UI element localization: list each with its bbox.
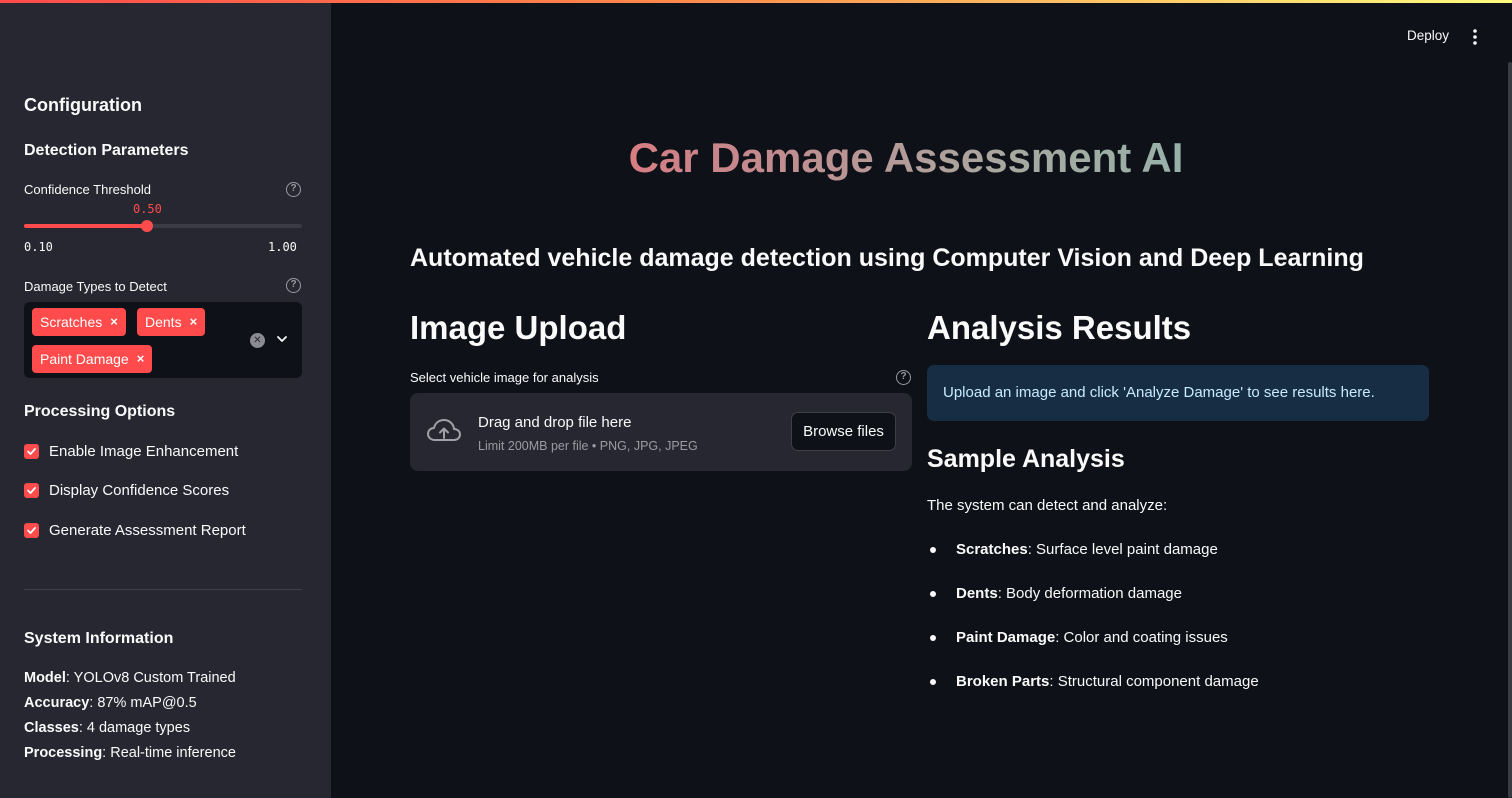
confidence-slider-value: 0.50 bbox=[132, 202, 162, 216]
item-desc: : Surface level paint damage bbox=[1027, 541, 1218, 558]
bullet-icon bbox=[930, 546, 936, 553]
info-key: Model bbox=[24, 670, 66, 686]
browse-files-button[interactable]: Browse files bbox=[791, 412, 896, 451]
dropzone-limits: Limit 200MB per file • PNG, JPG, JPEG bbox=[478, 439, 698, 453]
item-desc: : Body deformation damage bbox=[997, 585, 1182, 602]
sidebar-title: Configuration bbox=[24, 95, 142, 115]
item-term: Broken Parts bbox=[956, 673, 1050, 690]
analysis-results-heading: Analysis Results bbox=[927, 309, 1192, 346]
list-item: Dents: Body deformation damage bbox=[927, 585, 1182, 602]
checkbox-label: Generate Assessment Report bbox=[49, 521, 246, 539]
processing-options-heading: Processing Options bbox=[24, 403, 176, 420]
chevron-down-icon[interactable] bbox=[275, 332, 289, 346]
sidebar-divider bbox=[24, 589, 302, 590]
checkbox-checked[interactable] bbox=[24, 443, 39, 459]
confidence-slider-min: 0.10 bbox=[24, 240, 53, 254]
bullet-icon bbox=[930, 634, 936, 641]
confidence-threshold-label: Confidence Threshold bbox=[24, 182, 151, 197]
confidence-help-icon[interactable]: ? bbox=[286, 182, 301, 197]
option-generate-assessment-report[interactable]: Generate Assessment Report bbox=[24, 520, 246, 540]
info-key: Processing bbox=[24, 745, 103, 761]
system-info-model: Model: YOLOv8 Custom Trained bbox=[24, 670, 236, 686]
item-term: Scratches bbox=[956, 541, 1028, 558]
system-info-classes: Classes: 4 damage types bbox=[24, 720, 190, 736]
results-info-alert: Upload an image and click 'Analyze Damag… bbox=[927, 365, 1429, 421]
kebab-menu-icon[interactable] bbox=[1468, 28, 1482, 46]
system-info-accuracy: Accuracy: 87% mAP@0.5 bbox=[24, 695, 197, 711]
check-icon bbox=[27, 526, 36, 534]
check-icon bbox=[27, 486, 36, 494]
cloud-upload-icon bbox=[427, 419, 461, 441]
file-dropzone[interactable]: Drag and drop file here Limit 200MB per … bbox=[410, 393, 912, 471]
bullet-icon bbox=[930, 590, 936, 597]
item-term: Dents bbox=[956, 585, 998, 602]
sample-intro-text: The system can detect and analyze: bbox=[927, 497, 1168, 514]
chip-remove-icon[interactable]: × bbox=[110, 308, 118, 336]
chip-paint-damage: Paint Damage × bbox=[32, 345, 153, 373]
checkbox-label: Display Confidence Scores bbox=[49, 481, 230, 499]
chip-label: Scratches bbox=[40, 314, 103, 330]
checkbox-checked[interactable] bbox=[24, 482, 39, 498]
confidence-slider[interactable] bbox=[24, 220, 302, 232]
top-decoration-bar bbox=[0, 0, 1512, 3]
option-enable-image-enhancement[interactable]: Enable Image Enhancement bbox=[24, 441, 238, 461]
confidence-slider-fill bbox=[24, 224, 148, 228]
damage-types-help-icon[interactable]: ? bbox=[286, 278, 301, 293]
image-upload-heading: Image Upload bbox=[410, 309, 627, 346]
chip-remove-icon[interactable]: × bbox=[137, 345, 145, 373]
item-term: Paint Damage bbox=[956, 629, 1056, 646]
damage-types-label: Damage Types to Detect bbox=[24, 279, 167, 294]
chip-label: Paint Damage bbox=[40, 351, 129, 367]
info-key: Classes bbox=[24, 720, 79, 736]
sample-analysis-heading: Sample Analysis bbox=[927, 445, 1125, 473]
deploy-button[interactable]: Deploy bbox=[1407, 28, 1449, 43]
confidence-slider-thumb[interactable] bbox=[141, 220, 154, 232]
upload-label: Select vehicle image for analysis bbox=[410, 370, 599, 385]
upload-help-icon[interactable]: ? bbox=[896, 370, 911, 385]
page-title: Car Damage Assessment AI bbox=[410, 134, 1402, 182]
info-value: : 87% mAP@0.5 bbox=[89, 695, 197, 711]
info-key: Accuracy bbox=[24, 695, 90, 711]
chip-remove-icon[interactable]: × bbox=[190, 308, 198, 336]
info-value: : Real-time inference bbox=[102, 745, 236, 761]
detection-parameters-heading: Detection Parameters bbox=[24, 142, 189, 159]
check-icon bbox=[27, 447, 36, 455]
system-information-heading: System Information bbox=[24, 630, 174, 647]
bullet-icon bbox=[930, 678, 936, 685]
main-scrollbar[interactable] bbox=[1508, 62, 1512, 798]
list-item: Scratches: Surface level paint damage bbox=[927, 541, 1218, 558]
sidebar: Configuration Detection Parameters Confi… bbox=[0, 0, 331, 798]
damage-types-multiselect[interactable]: Scratches × Dents × Paint Damage × ✕ bbox=[24, 302, 302, 378]
page-subtitle: Automated vehicle damage detection using… bbox=[410, 244, 1364, 272]
info-value: : YOLOv8 Custom Trained bbox=[65, 670, 236, 686]
clear-all-icon[interactable]: ✕ bbox=[250, 333, 265, 348]
item-desc: : Structural component damage bbox=[1049, 673, 1259, 690]
list-item: Broken Parts: Structural component damag… bbox=[927, 673, 1259, 690]
info-value: : 4 damage types bbox=[78, 720, 191, 736]
chip-scratches: Scratches × bbox=[32, 308, 126, 336]
list-item: Paint Damage: Color and coating issues bbox=[927, 629, 1228, 646]
dropzone-title: Drag and drop file here bbox=[478, 414, 632, 431]
checkbox-label: Enable Image Enhancement bbox=[49, 442, 239, 460]
option-display-confidence-scores[interactable]: Display Confidence Scores bbox=[24, 480, 229, 500]
chip-label: Dents bbox=[145, 314, 182, 330]
item-desc: : Color and coating issues bbox=[1055, 629, 1228, 646]
confidence-slider-max: 1.00 bbox=[268, 240, 297, 254]
system-info-processing: Processing: Real-time inference bbox=[24, 745, 236, 761]
chip-dents: Dents × bbox=[137, 308, 206, 336]
checkbox-checked[interactable] bbox=[24, 522, 39, 538]
